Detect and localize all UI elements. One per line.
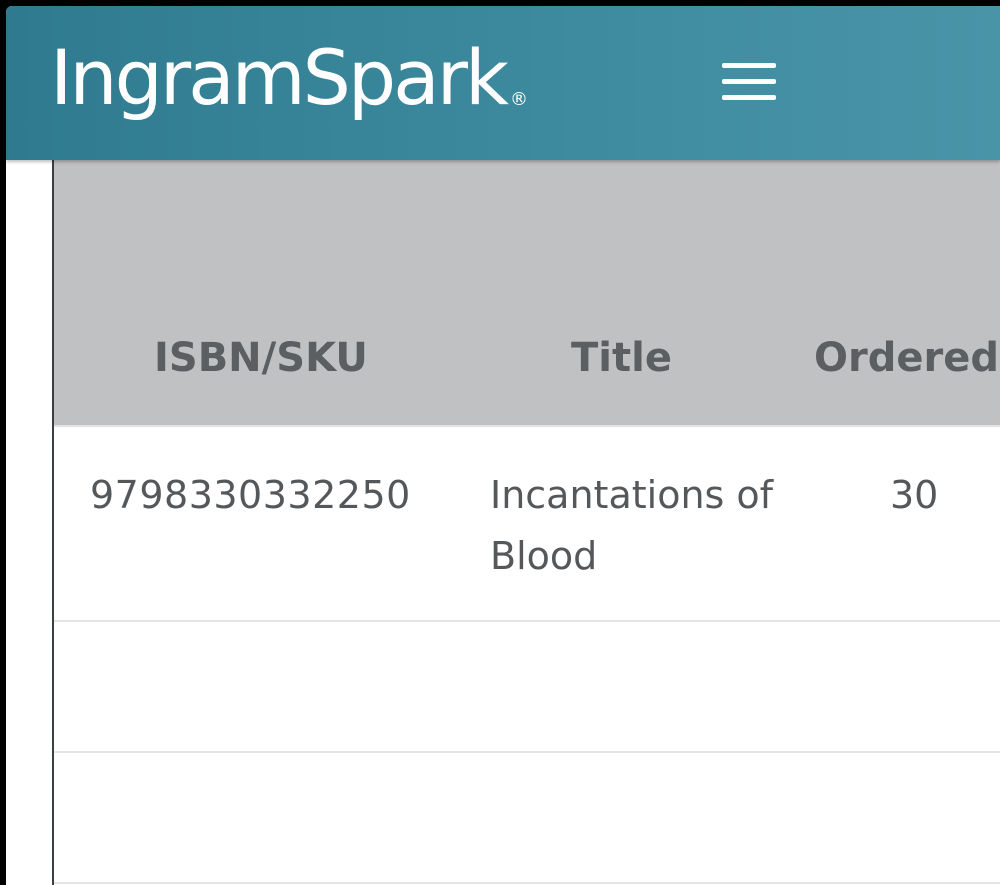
cell-title: Incantations of Blood: [490, 473, 774, 578]
table-left-border: [52, 160, 54, 885]
column-header-title[interactable]: Title: [571, 334, 672, 382]
menu-bar-bottom: [722, 95, 776, 100]
app-screen: IngramSpark ® ISBN/SKU Title Ordered 9798…: [6, 6, 1000, 885]
cell-isbn: 9798330332250: [90, 473, 411, 517]
registered-mark: ®: [510, 89, 528, 110]
column-header-ordered[interactable]: Ordered: [814, 334, 999, 382]
cell-ordered: 30: [890, 473, 939, 517]
table-row[interactable]: [54, 622, 1000, 753]
orders-table: ISBN/SKU Title Ordered 9798330332250 Inc…: [54, 160, 1000, 884]
hamburger-menu-icon[interactable]: [718, 56, 778, 104]
table-header: ISBN/SKU Title Ordered: [54, 160, 1000, 427]
brand-name: IngramSpark: [50, 33, 509, 122]
column-header-isbn[interactable]: ISBN/SKU: [154, 334, 368, 382]
menu-bar-top: [722, 63, 776, 68]
brand-logo[interactable]: IngramSpark ®: [50, 28, 528, 128]
menu-bar-middle: [722, 79, 776, 84]
app-header: IngramSpark ®: [6, 6, 1000, 160]
table-row[interactable]: [54, 753, 1000, 884]
table-row[interactable]: 9798330332250 Incantations of Blood 30: [54, 427, 1000, 622]
